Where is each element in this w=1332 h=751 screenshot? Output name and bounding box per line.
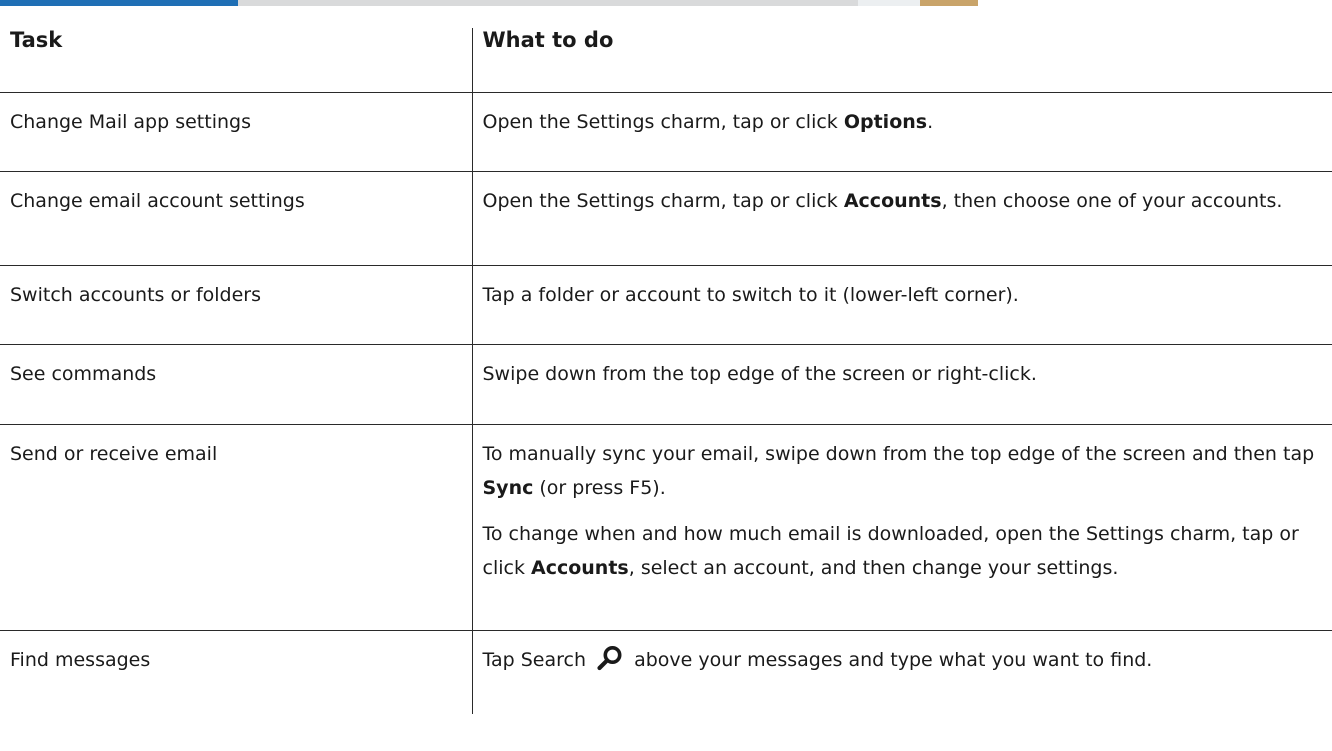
what-to-do-cell: Open the Settings charm, tap or click Op… (472, 92, 1332, 172)
table-row: Send or receive email To manually sync y… (0, 424, 1332, 631)
table-row: Switch accounts or folders Tap a folder … (0, 265, 1332, 345)
what-to-do-cell: Tap a folder or account to switch to it … (472, 265, 1332, 345)
column-header-what-to-do: What to do (472, 28, 1332, 93)
instruction-text: Swipe down from the top edge of the scre… (482, 363, 1037, 385)
task-cell: See commands (0, 344, 473, 425)
task-cell: Change Mail app settings (0, 92, 473, 172)
table-row: See commands Swipe down from the top edg… (0, 344, 1332, 425)
task-cell: Find messages (0, 630, 473, 714)
instruction-text: Tap Search above your messages and type … (483, 643, 1323, 677)
table-row: Change email account settings Open the S… (0, 171, 1332, 266)
what-to-do-cell: Swipe down from the top edge of the scre… (472, 344, 1332, 425)
what-to-do-cell: To manually sync your email, swipe down … (472, 424, 1332, 631)
ui-term: Accounts (843, 190, 942, 212)
search-icon (596, 645, 624, 671)
ui-term: Accounts (531, 557, 629, 579)
ui-term: Options (843, 111, 928, 133)
task-cell: Change email account settings (0, 171, 473, 266)
task-cell: Send or receive email (0, 424, 473, 631)
instruction-text: Tap a folder or account to switch to it … (482, 284, 1019, 306)
column-header-task: Task (0, 28, 473, 93)
instruction-text: Open the Settings charm, tap or click Ac… (482, 190, 1283, 212)
instruction-text: Open the Settings charm, tap or click Op… (482, 111, 934, 133)
table-header-row: Task What to do (0, 28, 1332, 93)
tasks-table: Task What to do Change Mail app settings… (0, 28, 1332, 714)
instruction-text-secondary: To change when and how much email is dow… (482, 523, 1299, 579)
table-row: Find messages Tap Search above your mess… (0, 630, 1332, 715)
ui-term: Sync (482, 477, 534, 499)
header-image-remnant (0, 0, 980, 6)
table-row: Change Mail app settings Open the Settin… (0, 92, 1332, 172)
task-cell: Switch accounts or folders (0, 265, 473, 345)
what-to-do-cell: Tap Search above your messages and type … (472, 631, 1332, 715)
what-to-do-cell: Open the Settings charm, tap or click Ac… (472, 171, 1332, 266)
instruction-text: To manually sync your email, swipe down … (482, 443, 1315, 499)
